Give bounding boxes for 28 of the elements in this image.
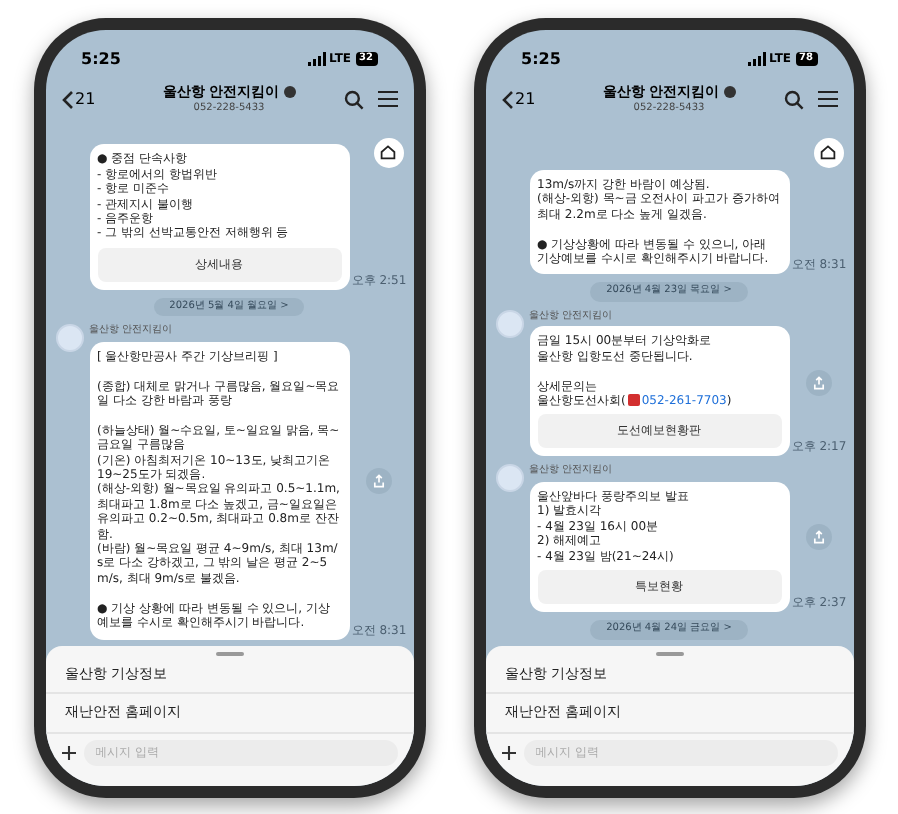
phone-icon: [627, 394, 640, 407]
avatar-icon: [495, 309, 523, 338]
chevron-left-icon: [61, 89, 73, 109]
back-button[interactable]: 21: [61, 87, 121, 111]
search-icon[interactable]: [343, 89, 363, 109]
signal-icon: [747, 52, 765, 66]
plus-icon[interactable]: [501, 745, 515, 759]
home-icon: [380, 144, 396, 160]
sheet-handle: [655, 651, 683, 655]
verified-icon: [283, 85, 296, 98]
home-icon: [820, 144, 836, 160]
unread-count: 21: [515, 87, 536, 111]
plus-icon[interactable]: [61, 745, 75, 759]
chevron-left-icon: [501, 89, 513, 109]
status-time: 5:25: [521, 47, 561, 71]
signal-icon: [307, 52, 325, 66]
status-time: 5:25: [81, 47, 121, 71]
sheet-handle: [215, 651, 243, 655]
back-button[interactable]: 21: [501, 87, 561, 111]
home-button[interactable]: [373, 137, 403, 167]
menu-icon[interactable]: [377, 90, 397, 108]
search-icon[interactable]: [783, 89, 803, 109]
avatar-icon: [495, 464, 523, 493]
unread-count: 21: [75, 87, 96, 111]
avatar-icon: [55, 324, 83, 353]
home-button[interactable]: [813, 137, 843, 167]
menu-icon[interactable]: [817, 90, 837, 108]
verified-icon: [723, 85, 736, 98]
